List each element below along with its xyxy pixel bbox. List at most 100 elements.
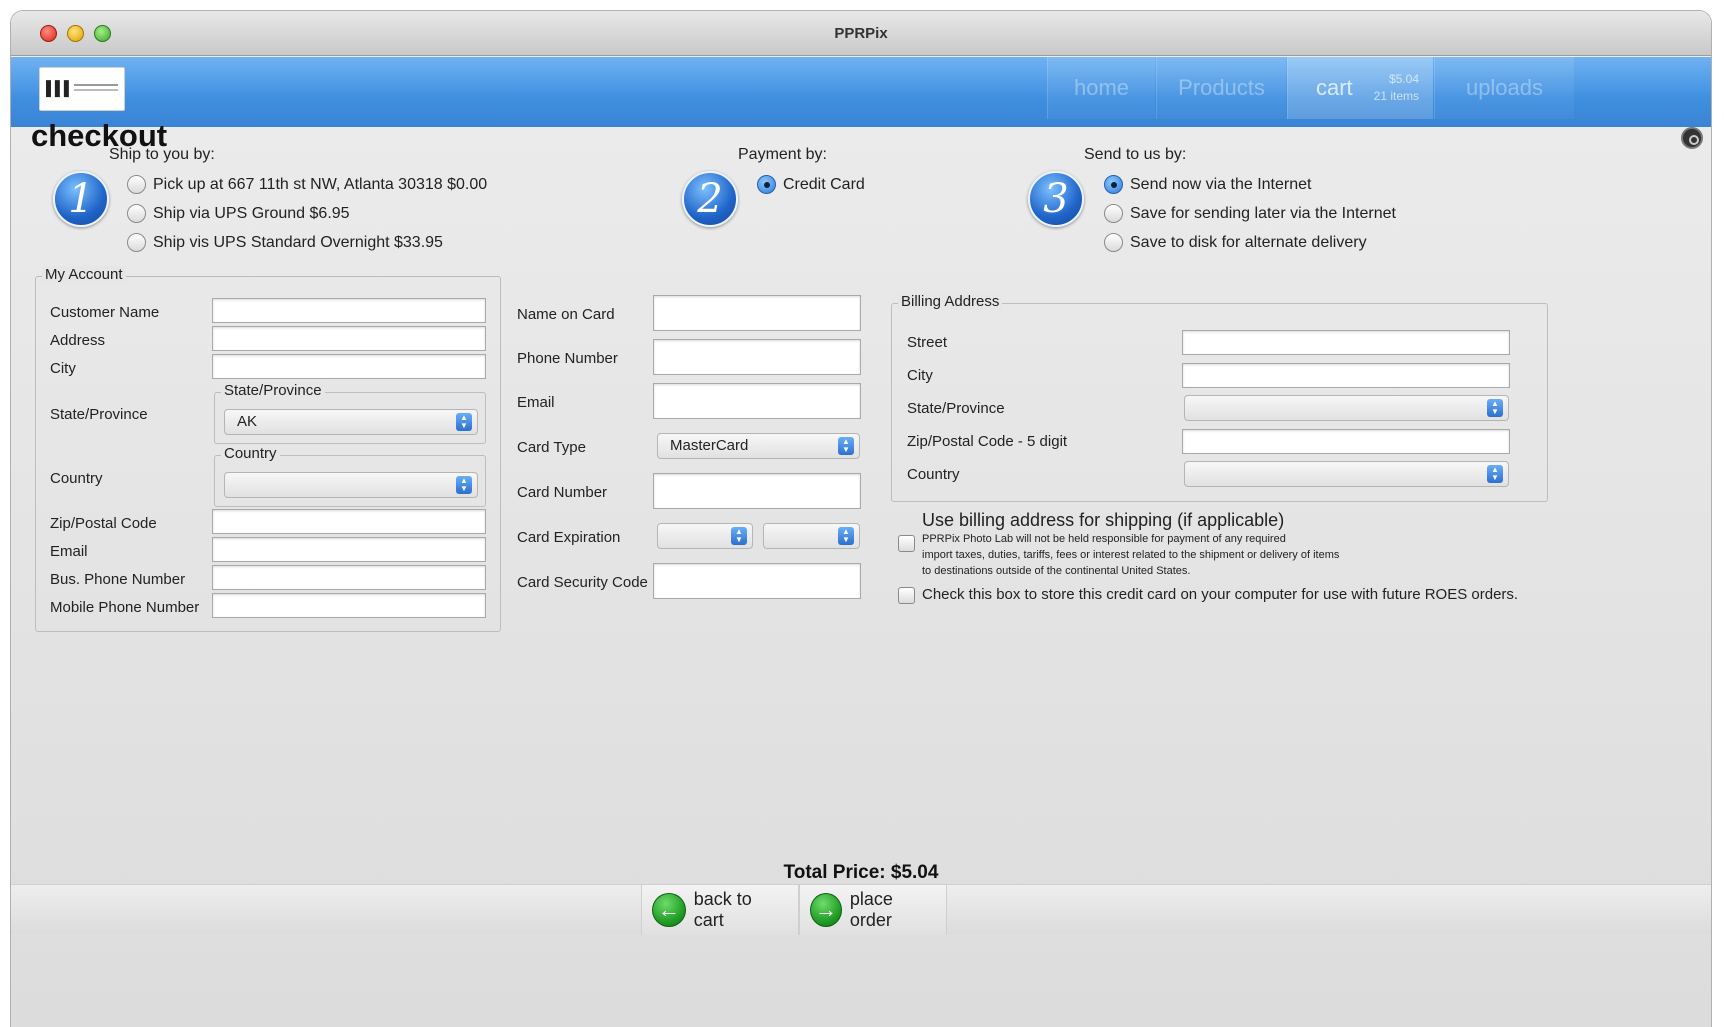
state-province-group-legend: State/Province — [221, 382, 325, 399]
ship-option-label: Ship vis UPS Standard Overnight $33.95 — [153, 233, 443, 251]
nav-tab-products[interactable]: Products — [1156, 57, 1286, 119]
send-option-internet-later[interactable]: Save for sending later via the Internet — [1104, 204, 1396, 223]
power-icon[interactable] — [1681, 127, 1703, 149]
send-option-label: Save to disk for alternate delivery — [1130, 233, 1367, 251]
name-on-card-field[interactable] — [653, 295, 861, 331]
select-arrows-icon: ▲ ▼ — [838, 437, 854, 455]
logo-text-lines — [74, 84, 118, 86]
customer-name-field[interactable] — [212, 298, 486, 323]
name-on-card-label: Name on Card — [517, 306, 615, 323]
ship-option-pickup[interactable]: Pick up at 667 11th st NW, Atlanta 30318… — [127, 175, 487, 194]
total-price: Total Price: $5.04 — [783, 862, 939, 883]
nav-tab-uploads[interactable]: uploads — [1434, 57, 1574, 119]
nav-tab-cart-label: cart — [1316, 75, 1353, 100]
country-label: Country — [50, 470, 103, 487]
use-billing-label: Use billing address for shipping (if app… — [922, 510, 1285, 530]
billing-street-field[interactable] — [1182, 330, 1510, 355]
store-card-label: Check this box to store this credit card… — [922, 586, 1519, 603]
billing-address-legend: Billing Address — [898, 293, 1003, 310]
payment-option-credit-card[interactable]: Credit Card — [757, 175, 865, 194]
step-2-icon: 2 — [682, 171, 738, 227]
cart-summary: $5.04 21 items — [1374, 71, 1419, 105]
payment-option-label: Credit Card — [783, 175, 865, 193]
billing-country-select[interactable]: ▲ ▼ — [1184, 461, 1509, 487]
mobile-phone-label: Mobile Phone Number — [50, 599, 200, 616]
billing-state-label: State/Province — [907, 400, 1005, 417]
card-email-field[interactable] — [653, 383, 861, 419]
radio-button-selected[interactable] — [757, 175, 776, 194]
place-order-button[interactable]: → place order — [799, 885, 947, 935]
address-label: Address — [50, 332, 106, 349]
use-billing-checkbox[interactable] — [898, 535, 915, 552]
ship-option-ups-ground[interactable]: Ship via UPS Ground $6.95 — [127, 204, 350, 223]
radio-button[interactable] — [127, 175, 146, 194]
state-province-label: State/Province — [50, 406, 148, 423]
card-type-label: Card Type — [517, 439, 586, 456]
zip-field[interactable] — [212, 509, 486, 534]
place-order-label: place order — [849, 889, 893, 930]
billing-country-label: Country — [907, 466, 960, 483]
radio-button[interactable] — [127, 204, 146, 223]
card-exp-month-select[interactable]: ▲ ▼ — [657, 523, 753, 549]
mobile-phone-field[interactable] — [212, 593, 486, 618]
card-number-label: Card Number — [517, 484, 608, 501]
minimize-window-button[interactable] — [67, 25, 84, 42]
card-expiration-label: Card Expiration — [517, 529, 621, 546]
nav-tab-cart[interactable]: cart $5.04 21 items — [1287, 57, 1433, 119]
close-window-button[interactable] — [40, 25, 57, 42]
card-email-label: Email — [517, 394, 555, 411]
zoom-window-button[interactable] — [94, 25, 111, 42]
card-security-label: Card Security Code — [517, 574, 648, 591]
zip-label: Zip/Postal Code — [50, 515, 157, 532]
card-exp-year-select[interactable]: ▲ ▼ — [763, 523, 860, 549]
card-number-field[interactable] — [653, 473, 861, 509]
title-bar: PPRPix — [11, 11, 1711, 56]
state-province-select[interactable]: AK ▲ ▼ — [224, 409, 478, 435]
city-field[interactable] — [212, 354, 486, 379]
brand-logo: ▌▌▌ — [39, 67, 125, 111]
radio-button[interactable] — [1104, 233, 1123, 252]
card-type-select[interactable]: MasterCard ▲ ▼ — [657, 433, 860, 459]
ship-option-ups-overnight[interactable]: Ship vis UPS Standard Overnight $33.95 — [127, 233, 443, 252]
store-card-checkbox[interactable] — [898, 587, 915, 604]
select-arrows-icon: ▲ ▼ — [838, 527, 854, 545]
radio-button[interactable] — [127, 233, 146, 252]
billing-zip-field[interactable] — [1182, 429, 1510, 454]
billing-street-label: Street — [907, 334, 948, 351]
address-field[interactable] — [212, 326, 486, 351]
billing-city-field[interactable] — [1182, 363, 1510, 388]
nav-tab-home[interactable]: home — [1047, 57, 1155, 119]
billing-state-select[interactable]: ▲ ▼ — [1184, 395, 1509, 421]
email-field[interactable] — [212, 537, 486, 562]
radio-button[interactable] — [1104, 204, 1123, 223]
step-1-icon: 1 — [53, 171, 109, 227]
card-phone-field[interactable] — [653, 339, 861, 375]
select-arrows-icon: ▲ ▼ — [456, 476, 472, 494]
ship-heading: Ship to you by: — [109, 146, 215, 163]
disclaimer-text: PPRPix Photo Lab will not be held respon… — [922, 531, 1339, 579]
send-option-label: Save for sending later via the Internet — [1130, 204, 1396, 222]
send-option-disk[interactable]: Save to disk for alternate delivery — [1104, 233, 1367, 252]
billing-zip-label: Zip/Postal Code - 5 digit — [907, 433, 1068, 450]
disclaimer-line: PPRPix Photo Lab will not be held respon… — [922, 533, 1286, 545]
country-group-legend: Country — [221, 445, 280, 462]
bus-phone-field[interactable] — [212, 565, 486, 590]
send-option-internet-now[interactable]: Send now via the Internet — [1104, 175, 1311, 194]
radio-button-selected[interactable] — [1104, 175, 1123, 194]
disclaimer-line: to destinations outside of the continent… — [922, 565, 1191, 577]
send-option-label: Send now via the Internet — [1130, 175, 1312, 193]
card-type-value: MasterCard — [670, 437, 749, 454]
city-label: City — [50, 360, 76, 377]
card-security-field[interactable] — [653, 563, 861, 599]
step-3-icon: 3 — [1028, 171, 1084, 227]
country-select[interactable]: ▲ ▼ — [224, 472, 478, 498]
payment-heading: Payment by: — [738, 146, 827, 163]
back-to-cart-label: back to cart — [693, 889, 752, 930]
billing-city-label: City — [907, 367, 933, 384]
back-arrow-icon: ← — [652, 893, 686, 927]
back-to-cart-button[interactable]: ← back to cart — [641, 885, 799, 935]
bus-phone-label: Bus. Phone Number — [50, 571, 186, 588]
select-arrows-icon: ▲ ▼ — [731, 527, 747, 545]
app-window: PPRPix ▌▌▌ home Products cart $5.04 21 i… — [11, 11, 1711, 1027]
my-account-legend: My Account — [42, 266, 126, 283]
